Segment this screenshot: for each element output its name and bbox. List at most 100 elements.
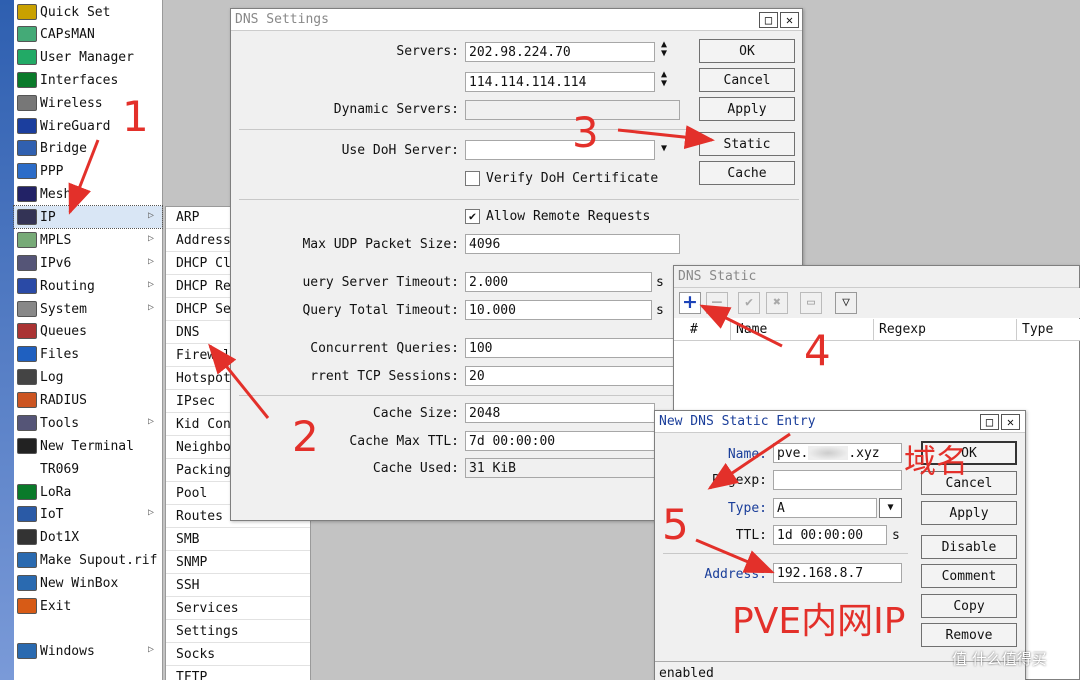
ip-submenu-item-snmp[interactable]: SNMP xyxy=(166,552,310,574)
query-total-timeout-input[interactable]: 10.000 xyxy=(465,300,652,320)
close-button[interactable]: ✕ xyxy=(780,12,799,28)
menu-item-ipv6[interactable]: IPv6 ▷ xyxy=(14,252,162,274)
close-button[interactable]: ✕ xyxy=(1001,414,1020,430)
ip-submenu-item-tftp[interactable]: TFTP xyxy=(166,667,310,680)
maximize-button[interactable]: □ xyxy=(980,414,999,430)
column-header-number[interactable]: # xyxy=(690,322,698,337)
seconds-unit: s xyxy=(892,528,900,543)
concurrent-queries-input[interactable]: 100 xyxy=(465,338,680,358)
new-entry-titlebar[interactable]: New DNS Static Entry xyxy=(655,411,1025,433)
verify-doh-checkbox[interactable] xyxy=(465,171,480,186)
column-header-regexp[interactable]: Regexp xyxy=(879,322,926,337)
apply-button[interactable]: Apply xyxy=(921,501,1017,525)
cache-button[interactable]: Cache xyxy=(699,161,795,185)
menu-item-new-terminal[interactable]: New Terminal xyxy=(14,435,162,457)
dropdown-button[interactable]: ▼ xyxy=(879,498,902,518)
cache-max-ttl-input[interactable]: 7d 00:00:00 xyxy=(465,431,655,451)
menu-item-quick-set[interactable]: Quick Set xyxy=(14,1,162,23)
comment-button[interactable]: ▭ xyxy=(800,292,822,314)
menu-item-new-winbox[interactable]: New WinBox xyxy=(14,572,162,594)
column-header-name[interactable]: Name xyxy=(736,322,767,337)
radius-icon xyxy=(17,392,37,408)
remove-server-arrows[interactable]: ▲ ▼ xyxy=(661,70,667,89)
menu-item-capsman[interactable]: CAPsMAN xyxy=(14,23,162,45)
server-1-input[interactable]: 202.98.224.70 xyxy=(465,42,655,62)
cache-size-input[interactable]: 2048 xyxy=(465,403,655,423)
dynamic-servers-label: Dynamic Servers: xyxy=(333,102,459,117)
ip-submenu-item-ssh[interactable]: SSH xyxy=(166,575,310,597)
enable-button[interactable]: ✔ xyxy=(738,292,760,314)
dns-static-titlebar[interactable]: DNS Static xyxy=(674,266,1079,288)
menu-item-ppp[interactable]: PPP xyxy=(14,160,162,182)
menu-item-label: New Terminal xyxy=(40,438,134,454)
apply-button[interactable]: Apply xyxy=(699,97,795,121)
column-header-type[interactable]: Type xyxy=(1022,322,1053,337)
remove-button[interactable]: Remove xyxy=(921,623,1017,647)
ttl-input[interactable]: 1d 00:00:00 xyxy=(773,525,887,545)
max-udp-input[interactable]: 4096 xyxy=(465,234,680,254)
disable-button[interactable]: ✖ xyxy=(766,292,788,314)
users-icon xyxy=(17,49,37,65)
maximize-button[interactable]: □ xyxy=(759,12,778,28)
ok-button[interactable]: OK xyxy=(699,39,795,63)
menu-item-radius[interactable]: RADIUS xyxy=(14,389,162,411)
disable-button[interactable]: Disable xyxy=(921,535,1017,559)
menu-item-interfaces[interactable]: Interfaces xyxy=(14,69,162,91)
address-input[interactable]: 192.168.8.7 xyxy=(773,563,902,583)
add-button[interactable]: + xyxy=(679,292,701,314)
mpls-icon xyxy=(17,232,37,248)
remove-button[interactable]: − xyxy=(706,292,728,314)
cancel-button[interactable]: Cancel xyxy=(699,68,795,92)
regexp-input[interactable] xyxy=(773,470,902,490)
menu-item-lora[interactable]: LoRa xyxy=(14,481,162,503)
menu-item-label: System xyxy=(40,301,87,317)
servers-label: Servers: xyxy=(396,44,459,59)
query-server-timeout-input[interactable]: 2.000 xyxy=(465,272,652,292)
doh-server-input[interactable] xyxy=(465,140,655,160)
menu-item-make-supout-rif[interactable]: Make Supout.rif xyxy=(14,549,162,571)
menu-item-tr069[interactable]: TR069 xyxy=(14,458,162,480)
ipv6-icon xyxy=(17,255,37,271)
menu-item-mesh[interactable]: Mesh xyxy=(14,183,162,205)
ip-submenu-item-socks[interactable]: Socks xyxy=(166,644,310,666)
menu-item-label: User Manager xyxy=(40,49,134,65)
menu-item-queues[interactable]: Queues xyxy=(14,320,162,342)
menu-item-dot1x[interactable]: Dot1X xyxy=(14,526,162,548)
concurrent-queries-label: Concurrent Queries: xyxy=(310,341,459,356)
tcp-sessions-input[interactable]: 20 xyxy=(465,366,680,386)
ppp-icon xyxy=(17,163,37,179)
winbox-version-strip xyxy=(0,0,14,680)
dropdown-arrow-icon[interactable]: ▼ xyxy=(661,143,667,154)
query-total-timeout-label: Query Total Timeout: xyxy=(302,303,459,318)
menu-item-routing[interactable]: Routing ▷ xyxy=(14,275,162,297)
window-title: DNS Settings xyxy=(235,12,329,27)
type-select[interactable]: A xyxy=(773,498,877,518)
filter-icon: ▽ xyxy=(842,295,850,310)
folder-icon xyxy=(17,346,37,362)
remove-server-arrows[interactable]: ▲ ▼ xyxy=(661,40,667,59)
menu-item-label: Tools xyxy=(40,415,80,431)
menu-item-system[interactable]: System ▷ xyxy=(14,298,162,320)
dns-settings-titlebar[interactable]: DNS Settings xyxy=(231,9,802,31)
menu-item-label: TR069 xyxy=(40,461,80,477)
table-header: # Name Regexp Type xyxy=(674,319,1080,341)
menu-item-log[interactable]: Log xyxy=(14,366,162,388)
copy-button[interactable]: Copy xyxy=(921,594,1017,618)
comment-button[interactable]: Comment xyxy=(921,564,1017,588)
ip-submenu-item-settings[interactable]: Settings xyxy=(166,621,310,643)
menu-item-iot[interactable]: IoT ▷ xyxy=(14,503,162,525)
ip-submenu-item-smb[interactable]: SMB xyxy=(166,529,310,551)
menu-item-windows[interactable]: Windows ▷ xyxy=(14,640,162,662)
filter-button[interactable]: ▽ xyxy=(835,292,857,314)
menu-item-files[interactable]: Files xyxy=(14,343,162,365)
name-input[interactable]: pve. .xyz xyxy=(773,443,902,463)
ip-submenu-item-services[interactable]: Services xyxy=(166,598,310,620)
menu-item-exit[interactable]: Exit xyxy=(14,595,162,617)
static-button[interactable]: Static xyxy=(699,132,795,156)
menu-item-ip[interactable]: IP ▷ xyxy=(13,205,163,229)
menu-item-mpls[interactable]: MPLS ▷ xyxy=(14,229,162,251)
menu-item-tools[interactable]: Tools ▷ xyxy=(14,412,162,434)
server-2-input[interactable]: 114.114.114.114 xyxy=(465,72,655,92)
menu-item-user-manager[interactable]: User Manager xyxy=(14,46,162,68)
allow-remote-requests-checkbox[interactable]: ✔ xyxy=(465,209,480,224)
